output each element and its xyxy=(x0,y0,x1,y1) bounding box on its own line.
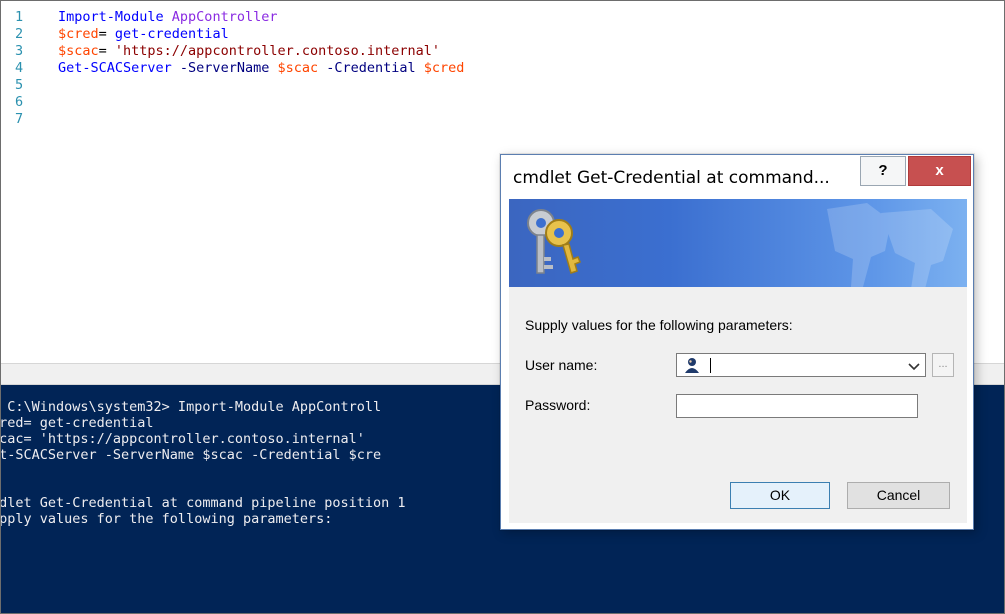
console-line: S C:\Windows\system32> Import-Module App… xyxy=(1,399,382,415)
line-number: 3 xyxy=(15,43,24,59)
code-token: -ServerName xyxy=(171,60,270,76)
prompt-text: Supply values for the following paramete… xyxy=(525,317,793,333)
line-number: 4 xyxy=(15,60,24,76)
editor-line[interactable]: 7 xyxy=(1,111,1004,128)
dialog-titlebar[interactable]: cmdlet Get-Credential at command... ? x xyxy=(501,155,973,199)
line-number: 2 xyxy=(15,26,24,42)
code-token: $cred xyxy=(415,60,465,76)
console-line: et-SCACServer -ServerName $scac -Credent… xyxy=(1,447,382,463)
keys-icon xyxy=(527,209,581,274)
console-line: cred= get-credential xyxy=(1,415,154,431)
powershell-ise-window: 1 Import-Module AppController 2 $cred= get-… xyxy=(0,0,1005,614)
code-token: = xyxy=(98,43,115,59)
chevron-down-icon[interactable] xyxy=(907,359,921,373)
ok-button[interactable]: OK xyxy=(730,482,830,509)
console-line: scac= 'https://appcontroller.contoso.int… xyxy=(1,431,365,447)
browse-credentials-button[interactable]: ... xyxy=(932,353,954,377)
help-button[interactable]: ? xyxy=(860,156,906,186)
console-line: upply values for the following parameter… xyxy=(1,511,333,527)
username-combobox[interactable] xyxy=(676,353,926,377)
code-token: Get-SCACServer xyxy=(58,60,172,76)
code-token: -Credential xyxy=(318,60,416,76)
code-token: get-credential xyxy=(114,26,229,42)
credential-dialog: cmdlet Get-Credential at command... ? x xyxy=(500,154,974,530)
editor-line[interactable]: 4 Get-SCACServer -ServerName $scac -Crede… xyxy=(1,60,1004,77)
console-line: mdlet Get-Credential at command pipeline… xyxy=(1,495,406,511)
line-code: $scac= 'https://appcontroller.contoso.in… xyxy=(58,43,440,60)
code-token: Import-Module xyxy=(58,9,164,25)
password-label: Password: xyxy=(525,397,591,413)
line-number: 1 xyxy=(15,9,24,25)
username-label: User name: xyxy=(525,357,598,373)
line-code: Import-Module AppController xyxy=(58,9,277,26)
line-number: 5 xyxy=(15,77,24,93)
line-code: Get-SCACServer -ServerName $scac -Creden… xyxy=(58,60,464,77)
editor-line[interactable]: 2 $cred= get-credential xyxy=(1,26,1004,43)
editor-line[interactable]: 5 xyxy=(1,77,1004,94)
cancel-button[interactable]: Cancel xyxy=(847,482,950,509)
code-token: 'https://appcontroller.contoso.internal' xyxy=(114,43,441,59)
close-button[interactable]: x xyxy=(908,156,971,186)
line-number: 6 xyxy=(15,94,24,110)
editor-line[interactable]: 3 $scac= 'https://appcontroller.contoso.i… xyxy=(1,43,1004,60)
password-field[interactable] xyxy=(676,394,918,418)
user-icon xyxy=(685,358,699,373)
code-token: AppController xyxy=(163,9,278,25)
editor-line[interactable]: 6 xyxy=(1,94,1004,111)
editor-line[interactable]: 1 Import-Module AppController xyxy=(1,9,1004,26)
code-token: $scac xyxy=(269,60,319,76)
dialog-title: cmdlet Get-Credential at command... xyxy=(513,168,830,188)
code-token: $cred xyxy=(58,26,99,42)
code-token: = xyxy=(98,26,115,42)
line-code: $cred= get-credential xyxy=(58,26,229,43)
dialog-banner xyxy=(509,199,967,287)
text-caret xyxy=(710,358,711,373)
line-number: 7 xyxy=(15,111,24,127)
code-token: $scac xyxy=(58,43,99,59)
dialog-body: Supply values for the following paramete… xyxy=(509,287,967,523)
